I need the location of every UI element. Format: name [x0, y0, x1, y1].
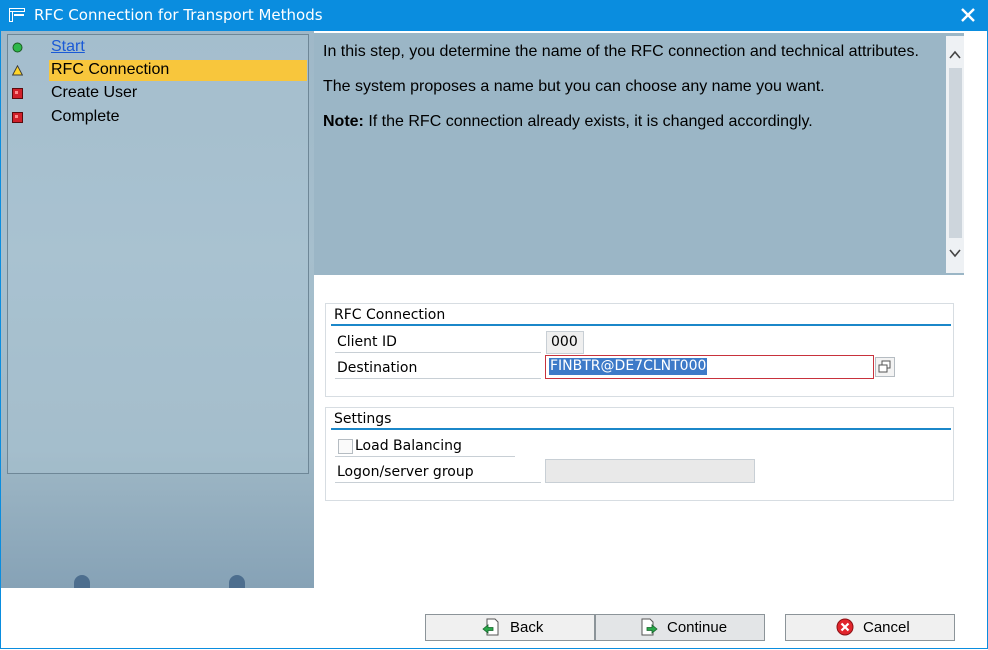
- row-underline: [335, 378, 541, 379]
- wizard-steps-list: Start RFC Connection Create User Complet…: [7, 34, 309, 474]
- row-underline: [335, 352, 541, 353]
- step-label: RFC Connection: [51, 61, 170, 78]
- group-title: Settings: [334, 411, 392, 427]
- title-bar: RFC Connection for Transport Methods: [0, 0, 988, 31]
- window-title: RFC Connection for Transport Methods: [34, 6, 323, 24]
- step-description-pane: In this step, you determine the name of …: [314, 33, 964, 275]
- destination-input[interactable]: FINBTR@DE7CLNT000: [545, 355, 874, 379]
- step-start-link[interactable]: Start: [51, 38, 85, 56]
- cancel-label: Cancel: [863, 619, 910, 636]
- client-id-value: 000: [551, 334, 578, 350]
- back-label: Back: [510, 619, 544, 636]
- destination-value: FINBTR@DE7CLNT000: [549, 358, 708, 375]
- note-paragraph: Note: If the RFC connection already exis…: [323, 112, 933, 131]
- row-underline: [335, 482, 541, 483]
- description-paragraph: The system proposes a name but you can c…: [323, 78, 825, 95]
- continue-button[interactable]: Continue: [595, 614, 765, 641]
- group-divider: [331, 428, 951, 430]
- red-status-icon: [12, 88, 23, 99]
- settings-group: Settings Load Balancing Logon/server gro…: [325, 407, 954, 501]
- step-create-user[interactable]: Create User: [8, 83, 308, 104]
- step-rfc-connection[interactable]: RFC Connection: [8, 60, 308, 81]
- wizard-steps-pane: Start RFC Connection Create User Complet…: [1, 31, 314, 588]
- note-text: If the RFC connection already exists, it…: [363, 113, 813, 130]
- close-icon[interactable]: [958, 5, 978, 25]
- description-scrollbar[interactable]: [946, 36, 964, 273]
- scroll-up-icon[interactable]: [948, 48, 962, 62]
- group-divider: [331, 324, 951, 326]
- back-button[interactable]: Back: [425, 614, 595, 641]
- scrollbar-thumb[interactable]: [949, 68, 962, 238]
- scroll-down-icon[interactable]: [948, 246, 962, 260]
- logon-group-label: Logon/server group: [337, 464, 474, 480]
- step-description: In this step, you determine the name of …: [323, 42, 933, 147]
- app-icon: [9, 8, 25, 22]
- load-balancing-label[interactable]: Load Balancing: [355, 438, 462, 454]
- decorative-bubble: [229, 575, 245, 588]
- destination-label: Destination: [337, 360, 418, 376]
- warning-triangle-icon: [12, 65, 23, 76]
- description-paragraph: In this step, you determine the name of …: [323, 43, 919, 60]
- note-label: Note:: [323, 113, 364, 130]
- continue-label: Continue: [667, 619, 728, 636]
- decorative-bubble: [74, 575, 90, 588]
- green-status-icon: [12, 42, 23, 53]
- load-balancing-checkbox[interactable]: [338, 439, 353, 454]
- value-help-icon[interactable]: [875, 357, 895, 377]
- continue-icon: [641, 618, 658, 636]
- back-icon: [482, 618, 499, 636]
- group-title: RFC Connection: [334, 307, 446, 323]
- cancel-button[interactable]: Cancel: [785, 614, 955, 641]
- cancel-icon: [836, 618, 854, 636]
- row-underline: [335, 456, 515, 457]
- step-complete[interactable]: Complete: [8, 107, 308, 128]
- rfc-connection-group: RFC Connection Client ID 000 Destination…: [325, 303, 954, 397]
- step-start[interactable]: Start: [8, 37, 308, 58]
- red-status-icon: [12, 112, 23, 123]
- logon-group-field: [545, 459, 755, 483]
- step-label: Create User: [51, 84, 138, 101]
- step-label: Complete: [51, 108, 120, 125]
- client-id-label: Client ID: [337, 334, 397, 350]
- client-id-field: 000: [546, 331, 584, 354]
